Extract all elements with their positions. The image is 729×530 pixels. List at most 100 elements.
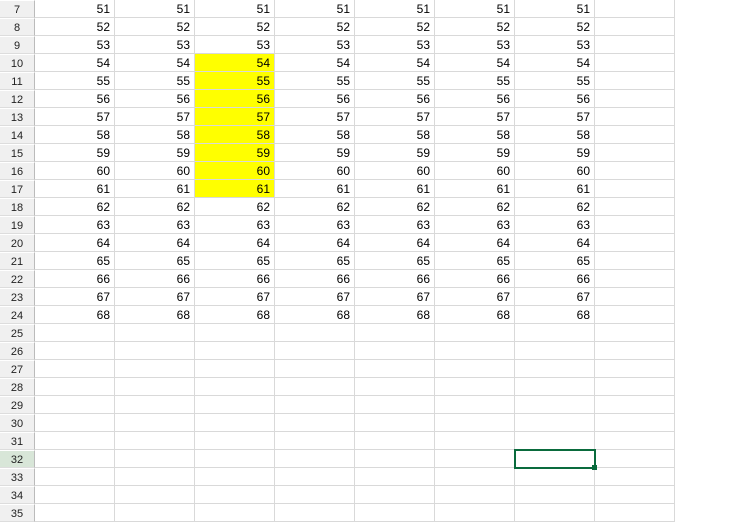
- cell-G19[interactable]: 63: [435, 216, 515, 234]
- cell-I19[interactable]: [595, 216, 675, 234]
- cell-G12[interactable]: 56: [435, 90, 515, 108]
- cell-C26[interactable]: [115, 342, 195, 360]
- cell-H33[interactable]: [515, 468, 595, 486]
- cell-D26[interactable]: [195, 342, 275, 360]
- cell-F13[interactable]: 57: [355, 108, 435, 126]
- cell-G26[interactable]: [435, 342, 515, 360]
- cell-E20[interactable]: 64: [275, 234, 355, 252]
- cell-I8[interactable]: [595, 18, 675, 36]
- cell-G24[interactable]: 68: [435, 306, 515, 324]
- cell-G20[interactable]: 64: [435, 234, 515, 252]
- cell-E32[interactable]: [275, 450, 355, 468]
- cell-C30[interactable]: [115, 414, 195, 432]
- cell-G30[interactable]: [435, 414, 515, 432]
- cell-H32[interactable]: [515, 450, 595, 468]
- cell-G27[interactable]: [435, 360, 515, 378]
- cell-H26[interactable]: [515, 342, 595, 360]
- row-header-17[interactable]: 17: [0, 180, 35, 198]
- row-header-22[interactable]: 22: [0, 270, 35, 288]
- cell-H10[interactable]: 54: [515, 54, 595, 72]
- cell-E25[interactable]: [275, 324, 355, 342]
- cell-F11[interactable]: 55: [355, 72, 435, 90]
- cell-D12[interactable]: 56: [195, 90, 275, 108]
- cell-G7[interactable]: 51: [435, 0, 515, 18]
- cell-B12[interactable]: 56: [35, 90, 115, 108]
- cell-C8[interactable]: 52: [115, 18, 195, 36]
- cell-I29[interactable]: [595, 396, 675, 414]
- cell-B30[interactable]: [35, 414, 115, 432]
- cell-C10[interactable]: 54: [115, 54, 195, 72]
- cell-D7[interactable]: 51: [195, 0, 275, 18]
- cell-H15[interactable]: 59: [515, 144, 595, 162]
- cell-E31[interactable]: [275, 432, 355, 450]
- cell-F9[interactable]: 53: [355, 36, 435, 54]
- cell-C23[interactable]: 67: [115, 288, 195, 306]
- cell-B25[interactable]: [35, 324, 115, 342]
- cell-B35[interactable]: [35, 504, 115, 522]
- cell-G28[interactable]: [435, 378, 515, 396]
- cell-H34[interactable]: [515, 486, 595, 504]
- cell-C27[interactable]: [115, 360, 195, 378]
- cell-F18[interactable]: 62: [355, 198, 435, 216]
- cell-G35[interactable]: [435, 504, 515, 522]
- cell-B13[interactable]: 57: [35, 108, 115, 126]
- cell-F33[interactable]: [355, 468, 435, 486]
- cell-D20[interactable]: 64: [195, 234, 275, 252]
- cell-G33[interactable]: [435, 468, 515, 486]
- cell-H19[interactable]: 63: [515, 216, 595, 234]
- row-header-33[interactable]: 33: [0, 468, 35, 486]
- cell-C25[interactable]: [115, 324, 195, 342]
- cell-I13[interactable]: [595, 108, 675, 126]
- cell-H7[interactable]: 51: [515, 0, 595, 18]
- cell-I22[interactable]: [595, 270, 675, 288]
- cell-H21[interactable]: 65: [515, 252, 595, 270]
- cell-F34[interactable]: [355, 486, 435, 504]
- cell-H23[interactable]: 67: [515, 288, 595, 306]
- cell-I35[interactable]: [595, 504, 675, 522]
- cell-I9[interactable]: [595, 36, 675, 54]
- cell-G22[interactable]: 66: [435, 270, 515, 288]
- cell-D29[interactable]: [195, 396, 275, 414]
- cell-B17[interactable]: 61: [35, 180, 115, 198]
- cell-D22[interactable]: 66: [195, 270, 275, 288]
- cell-G8[interactable]: 52: [435, 18, 515, 36]
- cell-D10[interactable]: 54: [195, 54, 275, 72]
- cell-F15[interactable]: 59: [355, 144, 435, 162]
- cell-G13[interactable]: 57: [435, 108, 515, 126]
- cell-G11[interactable]: 55: [435, 72, 515, 90]
- cell-I27[interactable]: [595, 360, 675, 378]
- cell-B24[interactable]: 68: [35, 306, 115, 324]
- cell-D17[interactable]: 61: [195, 180, 275, 198]
- cell-D9[interactable]: 53: [195, 36, 275, 54]
- cell-E7[interactable]: 51: [275, 0, 355, 18]
- cell-G23[interactable]: 67: [435, 288, 515, 306]
- cell-F27[interactable]: [355, 360, 435, 378]
- row-header-30[interactable]: 30: [0, 414, 35, 432]
- cell-C20[interactable]: 64: [115, 234, 195, 252]
- cell-H25[interactable]: [515, 324, 595, 342]
- cell-E16[interactable]: 60: [275, 162, 355, 180]
- cell-I14[interactable]: [595, 126, 675, 144]
- cell-C9[interactable]: 53: [115, 36, 195, 54]
- cell-I15[interactable]: [595, 144, 675, 162]
- cell-F31[interactable]: [355, 432, 435, 450]
- cell-C29[interactable]: [115, 396, 195, 414]
- cell-D11[interactable]: 55: [195, 72, 275, 90]
- cell-F23[interactable]: 67: [355, 288, 435, 306]
- cell-F24[interactable]: 68: [355, 306, 435, 324]
- cell-H29[interactable]: [515, 396, 595, 414]
- row-header-8[interactable]: 8: [0, 18, 35, 36]
- cell-D15[interactable]: 59: [195, 144, 275, 162]
- cell-E9[interactable]: 53: [275, 36, 355, 54]
- cell-I34[interactable]: [595, 486, 675, 504]
- row-header-13[interactable]: 13: [0, 108, 35, 126]
- cell-I7[interactable]: [595, 0, 675, 18]
- cell-I12[interactable]: [595, 90, 675, 108]
- cell-B34[interactable]: [35, 486, 115, 504]
- cell-C19[interactable]: 63: [115, 216, 195, 234]
- cell-C31[interactable]: [115, 432, 195, 450]
- row-header-11[interactable]: 11: [0, 72, 35, 90]
- cell-G18[interactable]: 62: [435, 198, 515, 216]
- row-header-21[interactable]: 21: [0, 252, 35, 270]
- row-header-10[interactable]: 10: [0, 54, 35, 72]
